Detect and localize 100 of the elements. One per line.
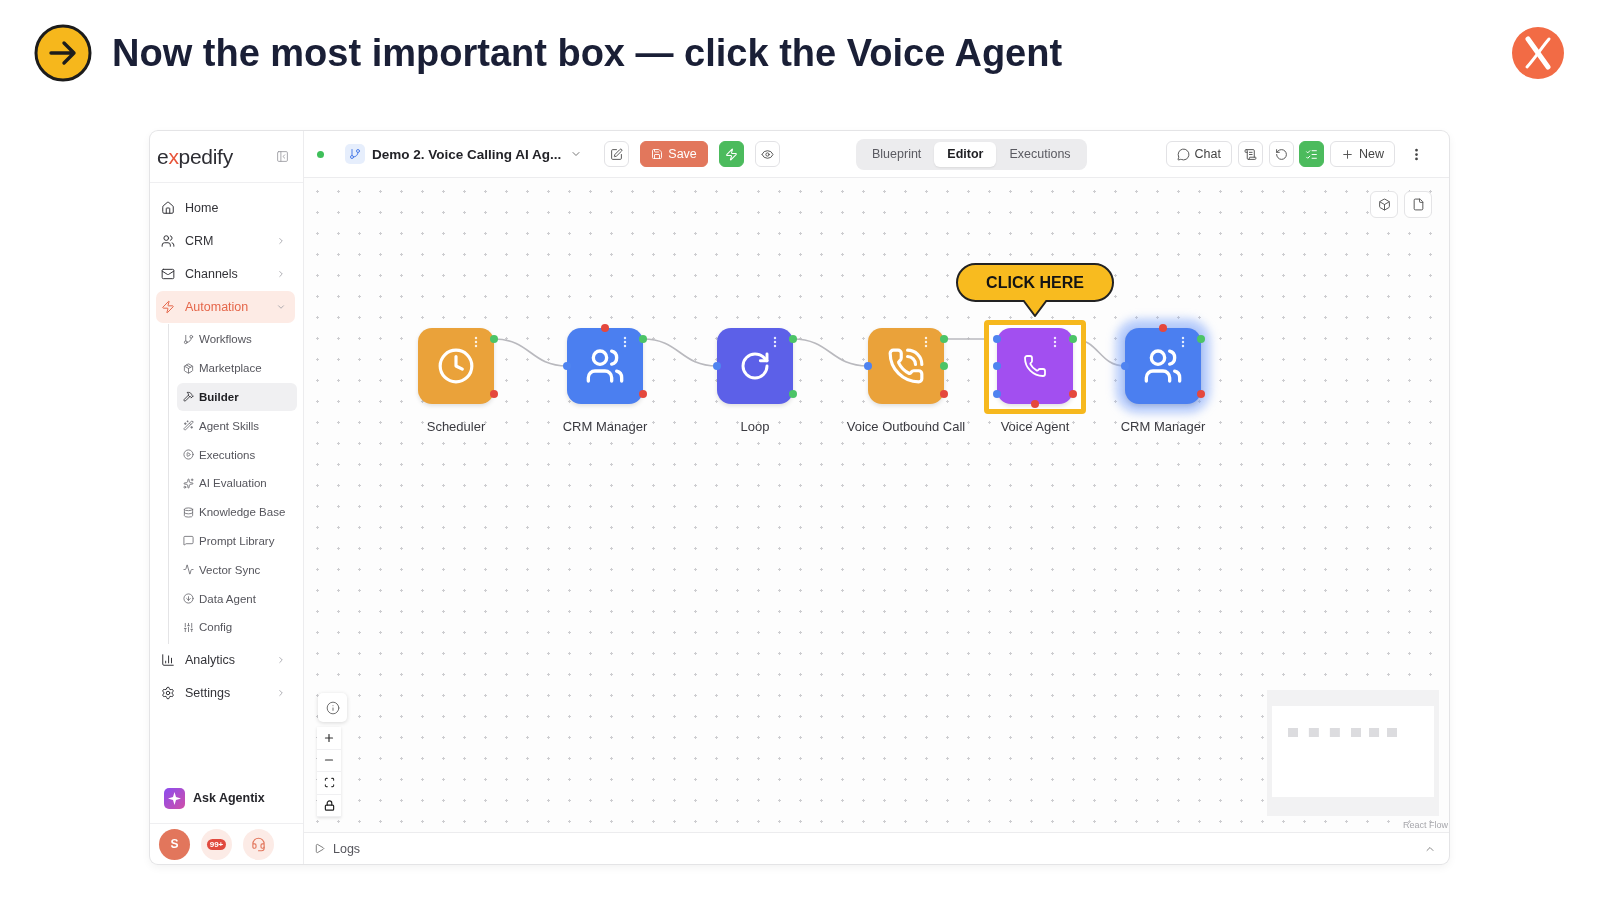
workflow-node[interactable] (868, 328, 944, 404)
connector-dot-icon[interactable] (1159, 324, 1167, 332)
workflow-node[interactable] (997, 328, 1073, 404)
sidebar-item[interactable]: Settings (156, 676, 295, 709)
info-button[interactable] (318, 693, 347, 722)
connector-dot-icon[interactable] (940, 335, 948, 343)
logo-wordmark: expedify (157, 144, 233, 169)
lock-button[interactable] (317, 794, 341, 817)
sidebar-subitem[interactable]: Knowledge Base (177, 497, 297, 527)
node-label: CRM Manager (1120, 419, 1206, 434)
connector-dot-icon[interactable] (601, 324, 609, 332)
headset-icon (251, 836, 266, 852)
connector-dot-icon[interactable] (1121, 362, 1129, 370)
view-tab[interactable]: Editor (934, 141, 997, 167)
phone-call-icon (887, 347, 925, 385)
phone-icon (1023, 354, 1047, 378)
plus-icon (1341, 147, 1354, 161)
sidebar-item[interactable]: CRM (156, 225, 295, 257)
notification-count: 99+ (206, 838, 227, 850)
rotate-icon (1275, 147, 1288, 161)
chat-button[interactable]: Chat (1165, 141, 1232, 167)
connector-dot-icon[interactable] (1069, 390, 1077, 398)
connector-dot-icon[interactable] (940, 390, 948, 398)
sidebar-subitem[interactable]: Vector Sync (177, 555, 297, 585)
sidebar-subitem[interactable]: Data Agent (177, 584, 297, 613)
click-here-callout: CLICK HERE (956, 263, 1114, 317)
panel-collapse-icon[interactable] (276, 150, 289, 163)
plus-icon (323, 731, 335, 744)
connector-dot-icon[interactable] (639, 390, 647, 398)
sparkles-icon (183, 477, 194, 489)
sidebar-subitem[interactable]: Executions (177, 440, 297, 469)
package-icon (183, 362, 194, 374)
play-icon (314, 843, 325, 854)
connector-dot-icon[interactable] (563, 362, 571, 370)
users-icon (161, 234, 175, 248)
logs-toggle[interactable]: Logs (314, 841, 361, 856)
document-button[interactable] (1404, 191, 1432, 218)
node-label: Voice Outbound Call (846, 419, 966, 434)
support-button[interactable] (243, 828, 274, 860)
connector-dot-icon[interactable] (1197, 335, 1205, 343)
cube-button[interactable] (1370, 191, 1398, 218)
connector-dot-icon[interactable] (940, 362, 948, 370)
edit-button[interactable] (604, 141, 630, 167)
play-circle-icon (183, 449, 194, 461)
assistant-button[interactable]: Ask Agentix (160, 780, 295, 816)
workflow-node[interactable] (418, 328, 494, 404)
x-logo-icon (1512, 27, 1564, 79)
checklist-button[interactable] (1299, 141, 1324, 167)
connector-dot-icon[interactable] (993, 335, 1001, 343)
view-tab[interactable]: Blueprint (859, 141, 935, 167)
workflow-node[interactable] (567, 328, 643, 404)
workflow-node[interactable] (1125, 328, 1201, 404)
sidebar-item[interactable]: Channels (156, 258, 295, 290)
new-button[interactable]: New (1330, 141, 1395, 167)
view-tab[interactable]: Executions (996, 141, 1084, 167)
sidebar-subitem[interactable]: Agent Skills (177, 411, 297, 441)
connector-dot-icon[interactable] (1031, 400, 1039, 408)
run-button[interactable] (718, 141, 744, 167)
database-icon (183, 506, 194, 518)
notifications-button[interactable]: 99+ (201, 828, 232, 860)
sidebar-subitem[interactable]: Workflows (177, 325, 297, 354)
connector-dot-icon[interactable] (1069, 335, 1077, 343)
preview-button[interactable] (754, 141, 780, 167)
pulse-icon (183, 564, 194, 576)
branch-icon (345, 144, 365, 164)
connector-dot-icon[interactable] (639, 335, 647, 343)
workflow-node[interactable] (717, 328, 793, 404)
checklist-icon (1305, 147, 1318, 161)
sidebar-item[interactable]: Analytics (156, 643, 295, 676)
mail-icon (161, 267, 175, 281)
sidebar-subitem[interactable]: AI Evaluation (177, 469, 297, 498)
sidebar-subitem[interactable]: Marketplace (177, 353, 297, 383)
scroll-button[interactable] (1238, 141, 1263, 167)
lightning-icon (724, 147, 738, 161)
chat-bubble-icon (1176, 147, 1190, 161)
connector-dot-icon[interactable] (789, 390, 797, 398)
home-icon (161, 201, 175, 215)
connector-dot-icon[interactable] (490, 390, 498, 398)
sidebar-subitem[interactable]: Prompt Library (177, 526, 297, 556)
connector-dot-icon[interactable] (713, 362, 721, 370)
connector-dot-icon[interactable] (993, 390, 1001, 398)
bar-chart-icon (161, 652, 175, 667)
connector-dot-icon[interactable] (1197, 390, 1205, 398)
fit-view-button[interactable] (317, 772, 341, 795)
node-label: Voice Agent (1000, 419, 1070, 434)
users-icon (1143, 346, 1183, 386)
sidebar-subitem[interactable]: Config (177, 612, 297, 642)
hammer-icon (183, 391, 194, 403)
connector-dot-icon[interactable] (789, 335, 797, 343)
connector-dot-icon[interactable] (864, 362, 872, 370)
connector-dot-icon[interactable] (490, 335, 498, 343)
triangle-pointer-icon (1022, 300, 1048, 317)
document-icon (1411, 198, 1425, 211)
sidebar-item[interactable]: Home (156, 192, 295, 224)
connector-dot-icon[interactable] (993, 362, 1001, 370)
sidebar-subitem[interactable]: Builder (177, 382, 297, 412)
eye-icon (760, 147, 774, 161)
reset-button[interactable] (1269, 141, 1294, 167)
zoom-in-button[interactable] (317, 727, 341, 750)
workflow-selector[interactable]: Demo 2. Voice Calling AI Ag... (372, 146, 583, 162)
